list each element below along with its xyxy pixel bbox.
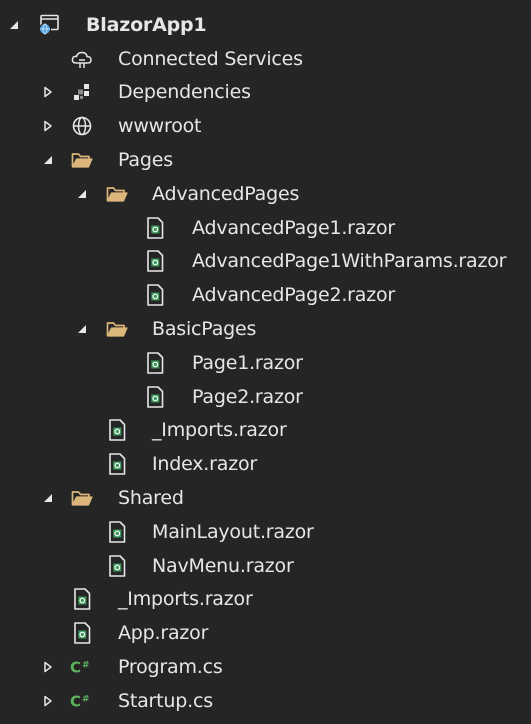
razor-file-icon — [142, 346, 168, 380]
tree-item-label: Startup.cs — [118, 689, 213, 712]
collapsed-arrow-icon[interactable] — [40, 684, 56, 718]
tree-item-navmenu-razor[interactable]: NavMenu.razor — [0, 549, 531, 583]
svg-text:#: # — [82, 661, 90, 671]
project-icon — [36, 8, 62, 42]
tree-item-startup-cs[interactable]: C # Startup.cs — [0, 684, 531, 718]
folder-open-icon — [104, 312, 130, 346]
tree-item-label: App.razor — [118, 622, 209, 645]
tree-item-label: Connected Services — [118, 47, 303, 70]
razor-file-icon — [104, 447, 130, 481]
svg-text:C: C — [70, 659, 81, 677]
razor-file-icon — [142, 211, 168, 245]
tree-item-label: Index.razor — [152, 453, 258, 476]
tree-item-label: AdvancedPage2.razor — [192, 284, 396, 307]
tree-item-label: _Imports.razor — [118, 588, 253, 611]
tree-item-mainlayout-razor[interactable]: MainLayout.razor — [0, 515, 531, 549]
tree-item-label: Shared — [118, 487, 184, 510]
tree-item-advancedpage2-razor[interactable]: AdvancedPage2.razor — [0, 278, 531, 312]
razor-file-icon — [104, 515, 130, 549]
tree-item-label: Pages — [118, 149, 173, 172]
razor-file-icon — [142, 278, 168, 312]
tree-item-app-razor[interactable]: App.razor — [0, 616, 531, 650]
collapsed-arrow-icon[interactable] — [40, 650, 56, 684]
folder-open-icon — [69, 143, 95, 177]
folder-open-icon — [69, 481, 95, 515]
tree-item-page2-razor[interactable]: Page2.razor — [0, 380, 531, 414]
collapsed-arrow-icon[interactable] — [40, 109, 56, 143]
razor-file-icon — [104, 549, 130, 583]
expanded-arrow-icon[interactable] — [6, 8, 22, 42]
tree-item-label: NavMenu.razor — [152, 554, 294, 577]
tree-item-label: BasicPages — [152, 318, 257, 341]
tree-item-basicpages[interactable]: BasicPages — [0, 312, 531, 346]
csharp-file-icon: C # — [69, 684, 95, 718]
tree-item-label: BlazorApp1 — [86, 13, 207, 36]
tree-item-label: _Imports.razor — [152, 419, 287, 442]
tree-item-program-cs[interactable]: C # Program.cs — [0, 650, 531, 684]
tree-item-connected-services[interactable]: Connected Services — [0, 42, 531, 76]
tree-item-label: Page2.razor — [192, 385, 303, 408]
expanded-arrow-icon[interactable] — [74, 177, 90, 211]
tree-item-imports-razor[interactable]: _Imports.razor — [0, 414, 531, 448]
svg-text:#: # — [82, 694, 90, 704]
folder-open-icon — [104, 177, 130, 211]
tree-item-label: wwwroot — [118, 115, 202, 138]
connected-services-icon — [69, 42, 95, 76]
tree-item-label: Page1.razor — [192, 351, 303, 374]
razor-file-icon — [69, 583, 95, 617]
collapsed-arrow-icon[interactable] — [40, 76, 56, 110]
tree-item-advancedpage1withparams-razor[interactable]: AdvancedPage1WithParams.razor — [0, 245, 531, 279]
tree-item-imports-razor[interactable]: _Imports.razor — [0, 583, 531, 617]
tree-item-label: Dependencies — [118, 81, 251, 104]
tree-item-dependencies[interactable]: Dependencies — [0, 76, 531, 110]
expanded-arrow-icon[interactable] — [40, 481, 56, 515]
tree-item-blazorapp1[interactable]: BlazorApp1 — [0, 8, 531, 42]
tree-item-pages[interactable]: Pages — [0, 143, 531, 177]
razor-file-icon — [142, 245, 168, 279]
tree-item-index-razor[interactable]: Index.razor — [0, 447, 531, 481]
expanded-arrow-icon[interactable] — [74, 312, 90, 346]
tree-item-advancedpages[interactable]: AdvancedPages — [0, 177, 531, 211]
svg-text:C: C — [70, 692, 81, 710]
dependencies-icon — [69, 76, 95, 110]
tree-item-wwwroot[interactable]: wwwroot — [0, 109, 531, 143]
razor-file-icon — [142, 380, 168, 414]
tree-item-page1-razor[interactable]: Page1.razor — [0, 346, 531, 380]
razor-file-icon — [69, 616, 95, 650]
tree-item-label: AdvancedPages — [152, 182, 300, 205]
tree-item-label: MainLayout.razor — [152, 520, 314, 543]
csharp-file-icon: C # — [69, 650, 95, 684]
tree-item-label: AdvancedPage1WithParams.razor — [192, 250, 507, 273]
razor-file-icon — [104, 414, 130, 448]
expanded-arrow-icon[interactable] — [40, 143, 56, 177]
tree-item-label: AdvancedPage1.razor — [192, 216, 396, 239]
solution-explorer-tree: BlazorApp1 Connected Services Dependenci… — [0, 8, 531, 718]
tree-item-advancedpage1-razor[interactable]: AdvancedPage1.razor — [0, 211, 531, 245]
globe-icon — [69, 109, 95, 143]
tree-item-shared[interactable]: Shared — [0, 481, 531, 515]
tree-item-label: Program.cs — [118, 656, 223, 679]
